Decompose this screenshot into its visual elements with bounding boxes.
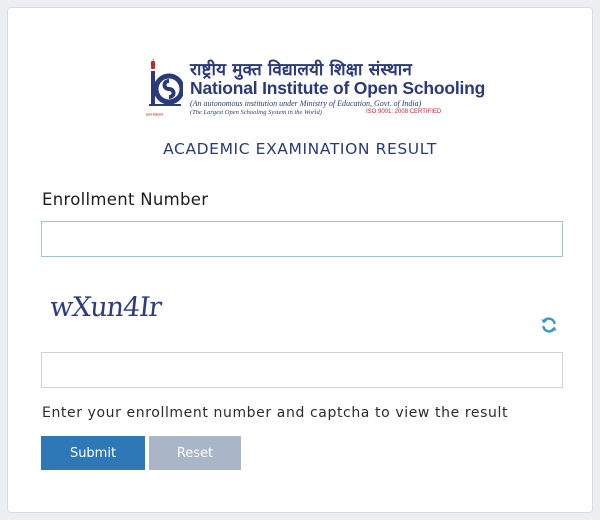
reset-button[interactable]: Reset [149, 436, 241, 470]
page-title: ACADEMIC EXAMINATION RESULT [163, 140, 437, 158]
iso-certification: ISO 9001: 2008 CERTIFIED [366, 109, 442, 115]
help-text: Enter your enrollment number and captcha… [42, 405, 509, 421]
enrollment-input[interactable] [41, 221, 563, 257]
captcha-input[interactable] [41, 352, 563, 388]
submit-button[interactable]: Submit [41, 436, 145, 470]
institute-tagline: (The Largest Open Schooling System in th… [190, 109, 322, 116]
captcha-text: wXun4Ir [48, 292, 163, 323]
emblem-caption: ज्ञान संस्थान [146, 112, 163, 117]
institute-subtitle: (An autonomous institution under Ministr… [190, 99, 422, 108]
enrollment-label: Enrollment Number [42, 190, 209, 209]
nios-logo: ज्ञान संस्थान राष्ट्रीय मुक्त विद्यालयी … [143, 55, 485, 121]
institute-name-english: National Institute of Open Schooling [190, 78, 486, 98]
nios-emblem-icon [149, 59, 183, 106]
refresh-icon[interactable] [540, 316, 558, 334]
institute-name-hindi: राष्ट्रीय मुक्त विद्यालयी शिक्षा संस्थान [190, 60, 412, 80]
captcha-image: wXun4Ir [48, 292, 168, 332]
